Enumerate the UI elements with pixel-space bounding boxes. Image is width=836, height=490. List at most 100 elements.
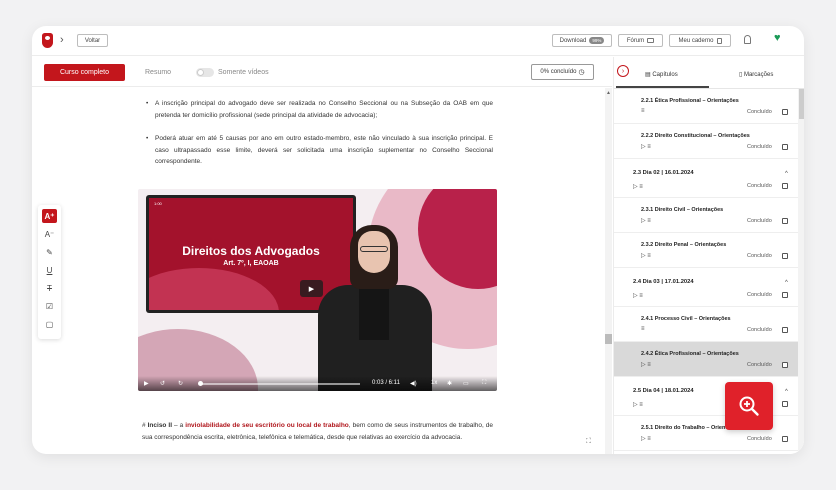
progress-button[interactable]: 0% concluído ◷ xyxy=(531,64,594,80)
heart-icon[interactable]: ♥ xyxy=(774,33,781,44)
back-button-label: Voltar xyxy=(84,37,101,44)
tab-complete-course-label: Curso completo xyxy=(59,69,110,76)
completed-checkbox[interactable] xyxy=(782,362,788,368)
para-dash: – a xyxy=(172,422,186,429)
edit-note-icon[interactable]: ☑ xyxy=(42,299,57,313)
rewind-icon[interactable]: ↺ xyxy=(160,380,165,387)
list-item: • A inscrição principal do advogado deve … xyxy=(146,98,493,121)
pip-icon[interactable]: ▭ xyxy=(463,380,469,387)
zoom-button[interactable] xyxy=(725,382,773,430)
completed-checkbox[interactable] xyxy=(782,401,788,407)
item-media-icons[interactable]: ▷ ≡ xyxy=(633,292,643,299)
sidebar-collapse-icon[interactable]: › xyxy=(617,65,629,77)
completed-checkbox[interactable] xyxy=(782,327,788,333)
decrease-font-icon[interactable]: A⁻ xyxy=(42,227,57,241)
strikethrough-icon[interactable]: T xyxy=(42,281,57,295)
item-title: 2.3.1 Direito Civil – Orientações xyxy=(641,207,724,213)
completed-checkbox[interactable] xyxy=(782,109,788,115)
underline-icon[interactable]: U xyxy=(42,263,57,277)
fullscreen-icon[interactable]: ⛶ xyxy=(482,380,486,387)
completed-label: Concluído xyxy=(747,109,772,115)
chapter-day-item[interactable]: 2.3 Dia 02 | 16.01.2024 ▷ ≡ ^ Concluído xyxy=(614,159,798,198)
volume-icon[interactable]: ◀) xyxy=(410,380,417,387)
completed-checkbox[interactable] xyxy=(782,144,788,150)
list-item: • Poderá atuar em até 5 causas por ano em… xyxy=(146,133,493,168)
item-title: 2.5 Dia 04 | 18.01.2024 xyxy=(633,388,694,394)
scroll-up-icon[interactable]: ▲ xyxy=(606,90,611,96)
download-button[interactable]: Download 99% xyxy=(552,34,612,47)
video-seek-handle[interactable] xyxy=(198,381,203,386)
videos-only-toggle[interactable] xyxy=(196,68,214,77)
item-media-icons[interactable]: ≡ xyxy=(641,326,645,332)
video-player[interactable]: 1:00 Direitos dos Advogados Art. 7º, I, … xyxy=(138,189,497,391)
brand-logo[interactable] xyxy=(42,33,53,48)
completed-checkbox[interactable] xyxy=(782,183,788,189)
notebook-icon xyxy=(716,37,722,44)
lesson-item[interactable]: 2.3.2 Direito Penal – Orientações ▷ ≡ Conc… xyxy=(614,233,798,268)
chevron-up-icon[interactable]: ^ xyxy=(785,171,788,177)
video-title: Direitos dos Advogados xyxy=(182,244,320,258)
zoom-in-icon xyxy=(739,396,759,416)
notebook-button[interactable]: Meu caderno xyxy=(669,34,731,47)
chevron-up-icon[interactable]: ^ xyxy=(785,389,788,395)
lesson-item[interactable]: 2.3.1 Direito Civil – Orientações ▷ ≡ Conc… xyxy=(614,198,798,233)
completed-checkbox[interactable] xyxy=(782,218,788,224)
completed-label: Concluído xyxy=(747,218,772,224)
lesson-item[interactable]: 2.4.2 Ética Profissional – Orientações ▷ … xyxy=(614,342,798,377)
bullet-text-2: Poderá atuar em até 5 causas por ano em … xyxy=(155,135,493,165)
comment-icon[interactable]: ▢ xyxy=(42,317,57,331)
lesson-item[interactable]: 2.4.1 Processo Civil – Orientações ≡ Concl… xyxy=(614,307,798,342)
lesson-paragraph: # Inciso II – a inviolabilidade de seu e… xyxy=(142,420,493,444)
item-media-icons[interactable]: ▷ ≡ xyxy=(641,252,651,259)
chevron-right-icon: › xyxy=(60,34,64,46)
pen-icon[interactable]: ✎ xyxy=(42,245,57,259)
sidebar-scrollbar[interactable] xyxy=(798,89,804,454)
content-scrollbar[interactable]: ▲ xyxy=(605,88,612,454)
chevron-up-icon[interactable]: ^ xyxy=(785,280,788,286)
play-icon[interactable]: ▶ xyxy=(300,280,323,297)
item-media-icons[interactable]: ▷ ≡ xyxy=(641,217,651,224)
completed-label: Concluído xyxy=(747,292,772,298)
completed-checkbox[interactable] xyxy=(782,436,788,442)
item-media-icons[interactable]: ▷ ≡ xyxy=(641,435,651,442)
item-title: 2.2.1 Ética Profissional – Orientações xyxy=(641,98,739,104)
back-button[interactable]: Voltar xyxy=(77,34,108,47)
completed-checkbox[interactable] xyxy=(782,292,788,298)
clock-icon: ◷ xyxy=(578,69,585,76)
speed-button[interactable]: 1x xyxy=(431,380,437,386)
tab-bookmarks[interactable]: ▯ Marcações xyxy=(739,71,773,78)
tab-chapters-label: Capítulos xyxy=(652,72,678,78)
tab-summary[interactable]: Resumo xyxy=(145,69,171,76)
chapter-day-item[interactable]: 2.4 Dia 03 | 17.01.2024 ▷ ≡ ^ Concluído xyxy=(614,268,798,307)
completed-label: Concluído xyxy=(747,253,772,259)
item-media-icons[interactable]: ▷ ≡ xyxy=(641,143,651,150)
content-tabs: Curso completo Resumo Somente vídeos 0% … xyxy=(32,57,612,87)
notebook-label: Meu caderno xyxy=(678,37,714,44)
scroll-thumb[interactable] xyxy=(605,334,612,344)
completed-label: Concluído xyxy=(747,436,772,442)
video-seek-bar[interactable] xyxy=(200,383,360,385)
bell-icon[interactable] xyxy=(744,35,751,44)
forum-label: Fórum xyxy=(626,37,645,44)
play-small-icon[interactable]: ▶ xyxy=(144,380,149,387)
item-media-icons[interactable]: ≡ xyxy=(641,108,645,114)
item-title: 2.3.2 Direito Penal – Orientações xyxy=(641,242,727,248)
item-title: 2.4 Dia 03 | 17.01.2024 xyxy=(633,279,694,285)
increase-font-icon[interactable]: A⁺ xyxy=(42,209,57,223)
forward-icon[interactable]: ↻ xyxy=(178,380,183,387)
expand-icon[interactable]: ⛶ xyxy=(586,438,591,446)
lesson-item[interactable]: 2.2.1 Ética Profissional – Orientações ≡ C… xyxy=(614,89,798,124)
download-label: Download xyxy=(559,37,587,44)
para-bold: Inciso II xyxy=(147,422,173,429)
lesson-item[interactable]: 2.2.2 Direito Constitucional – Orientaçõ… xyxy=(614,124,798,159)
settings-icon[interactable]: ✱ xyxy=(447,380,452,387)
forum-button[interactable]: Fórum xyxy=(618,34,663,47)
item-media-icons[interactable]: ▷ ≡ xyxy=(633,183,643,190)
completed-checkbox[interactable] xyxy=(782,253,788,259)
tab-chapters[interactable]: ▤ Capítulos xyxy=(645,71,678,78)
completed-label: Concluído xyxy=(747,327,772,333)
progress-label: 0% concluído xyxy=(540,69,577,75)
tab-complete-course[interactable]: Curso completo xyxy=(44,64,125,81)
item-media-icons[interactable]: ▷ ≡ xyxy=(641,361,651,368)
item-media-icons[interactable]: ▷ ≡ xyxy=(633,401,643,408)
